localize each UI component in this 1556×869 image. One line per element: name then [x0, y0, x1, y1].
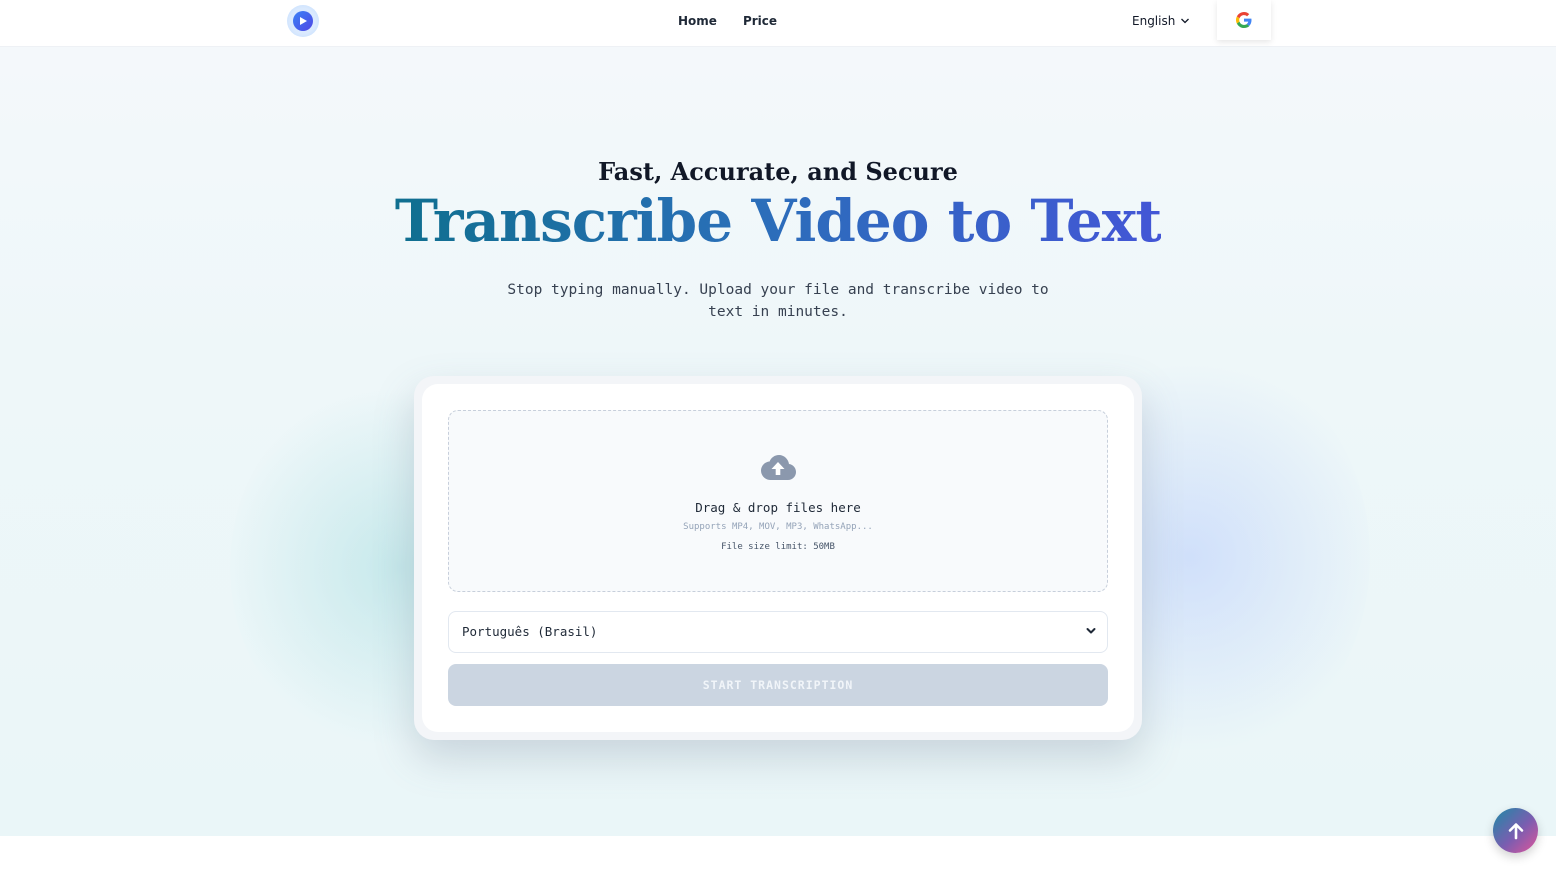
upload-card-inner: Drag & drop files here Supports MP4, MOV…: [422, 384, 1134, 732]
nav-home[interactable]: Home: [678, 14, 717, 28]
language-switcher[interactable]: English: [1132, 14, 1190, 28]
hero-title: Transcribe Video to Text: [0, 187, 1556, 255]
language-label: English: [1132, 14, 1176, 28]
nav-price[interactable]: Price: [743, 14, 777, 28]
hero-title-text: Transcribe Video to Text: [394, 187, 1162, 255]
google-icon: [1236, 12, 1252, 28]
hero-description: Stop typing manually. Upload your file a…: [507, 282, 1049, 320]
dropzone-size-limit: File size limit: 50MB: [721, 542, 835, 552]
google-signin-button[interactable]: [1217, 0, 1271, 40]
chevron-down-icon: [1086, 628, 1096, 634]
hero-section: Fast, Accurate, and Secure Transcribe Vi…: [0, 47, 1556, 836]
dropzone-title: Drag & drop files here: [695, 500, 861, 515]
play-circle-icon: [293, 11, 313, 31]
file-dropzone[interactable]: Drag & drop files here Supports MP4, MOV…: [448, 410, 1108, 592]
upload-card: Drag & drop files here Supports MP4, MOV…: [414, 376, 1142, 740]
logo[interactable]: [287, 5, 319, 37]
hero-subtitle: Fast, Accurate, and Secure: [598, 157, 958, 186]
arrow-up-icon: [1508, 822, 1523, 839]
start-transcription-button[interactable]: START TRANSCRIPTION: [448, 664, 1108, 706]
chevron-down-icon: [1181, 18, 1190, 24]
site-header: Home Price English: [0, 0, 1556, 47]
main-nav: Home Price: [678, 14, 777, 28]
cloud-upload-icon: [761, 455, 796, 480]
scroll-to-top-button[interactable]: [1493, 808, 1538, 853]
dropzone-supported-formats: Supports MP4, MOV, MP3, WhatsApp...: [683, 522, 873, 532]
language-select[interactable]: Português (Brasil): [448, 611, 1108, 653]
language-select-value: Português (Brasil): [462, 624, 598, 639]
